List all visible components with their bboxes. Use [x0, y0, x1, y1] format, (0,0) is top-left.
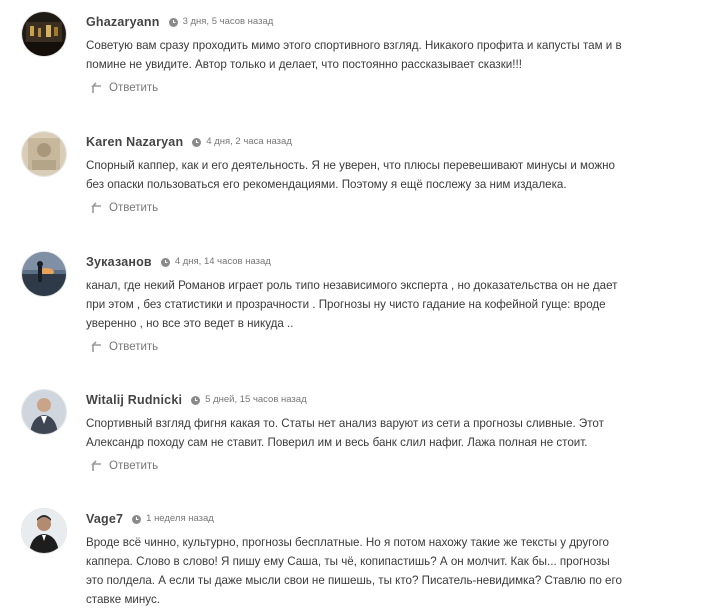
reply-label: Ответить [109, 460, 159, 472]
comment-author[interactable]: Зуказанов [86, 252, 152, 272]
reply-button[interactable]: Ответить [86, 78, 176, 98]
clock-icon [192, 137, 202, 147]
avatar[interactable] [22, 132, 66, 176]
reply-icon [88, 82, 102, 94]
comment-author[interactable]: Witalij Rudnicki [86, 390, 182, 410]
clock-icon [132, 514, 142, 524]
comment-time: 1 неделя назад [146, 513, 214, 524]
reply-button[interactable]: Ответить [86, 198, 176, 218]
clock-icon [168, 17, 178, 27]
comment-time: 5 дней, 15 часов назад [205, 394, 307, 405]
reply-icon [88, 341, 102, 353]
reply-icon [88, 460, 102, 472]
reply-label: Ответить [109, 341, 159, 353]
reply-button[interactable]: Ответить [86, 337, 176, 357]
comment-text: Советую вам сразу проходить мимо этого с… [86, 39, 622, 71]
comment-author[interactable]: Ghazaryann [86, 12, 160, 32]
reply-label: Ответить [109, 82, 159, 94]
comment-time: 3 дня, 5 часов назад [182, 16, 274, 27]
comment-time: 4 дня, 2 часа назад [206, 136, 292, 147]
reply-button[interactable]: Ответить [86, 456, 176, 476]
avatar[interactable] [22, 509, 66, 553]
avatar[interactable] [22, 12, 66, 56]
comment-text: Спорный каппер, как и его деятельность. … [86, 159, 615, 191]
avatar[interactable] [22, 252, 66, 296]
comment-author[interactable]: Vage7 [86, 509, 123, 529]
reply-label: Ответить [109, 202, 159, 214]
comment-text: Вроде всё чинно, культурно, прогнозы бес… [86, 536, 622, 606]
comment-time: 4 дня, 14 часов назад [174, 256, 271, 267]
reply-icon [88, 202, 102, 214]
avatar[interactable] [22, 390, 66, 434]
comment-author[interactable]: Karen Nazaryan [86, 132, 183, 152]
clock-icon [191, 395, 201, 405]
comment-text: Спортивный взгляд фигня какая то. Статы … [86, 417, 604, 449]
comment-text: канал, где некий Романов играет роль тип… [86, 279, 618, 330]
clock-icon [160, 257, 170, 267]
